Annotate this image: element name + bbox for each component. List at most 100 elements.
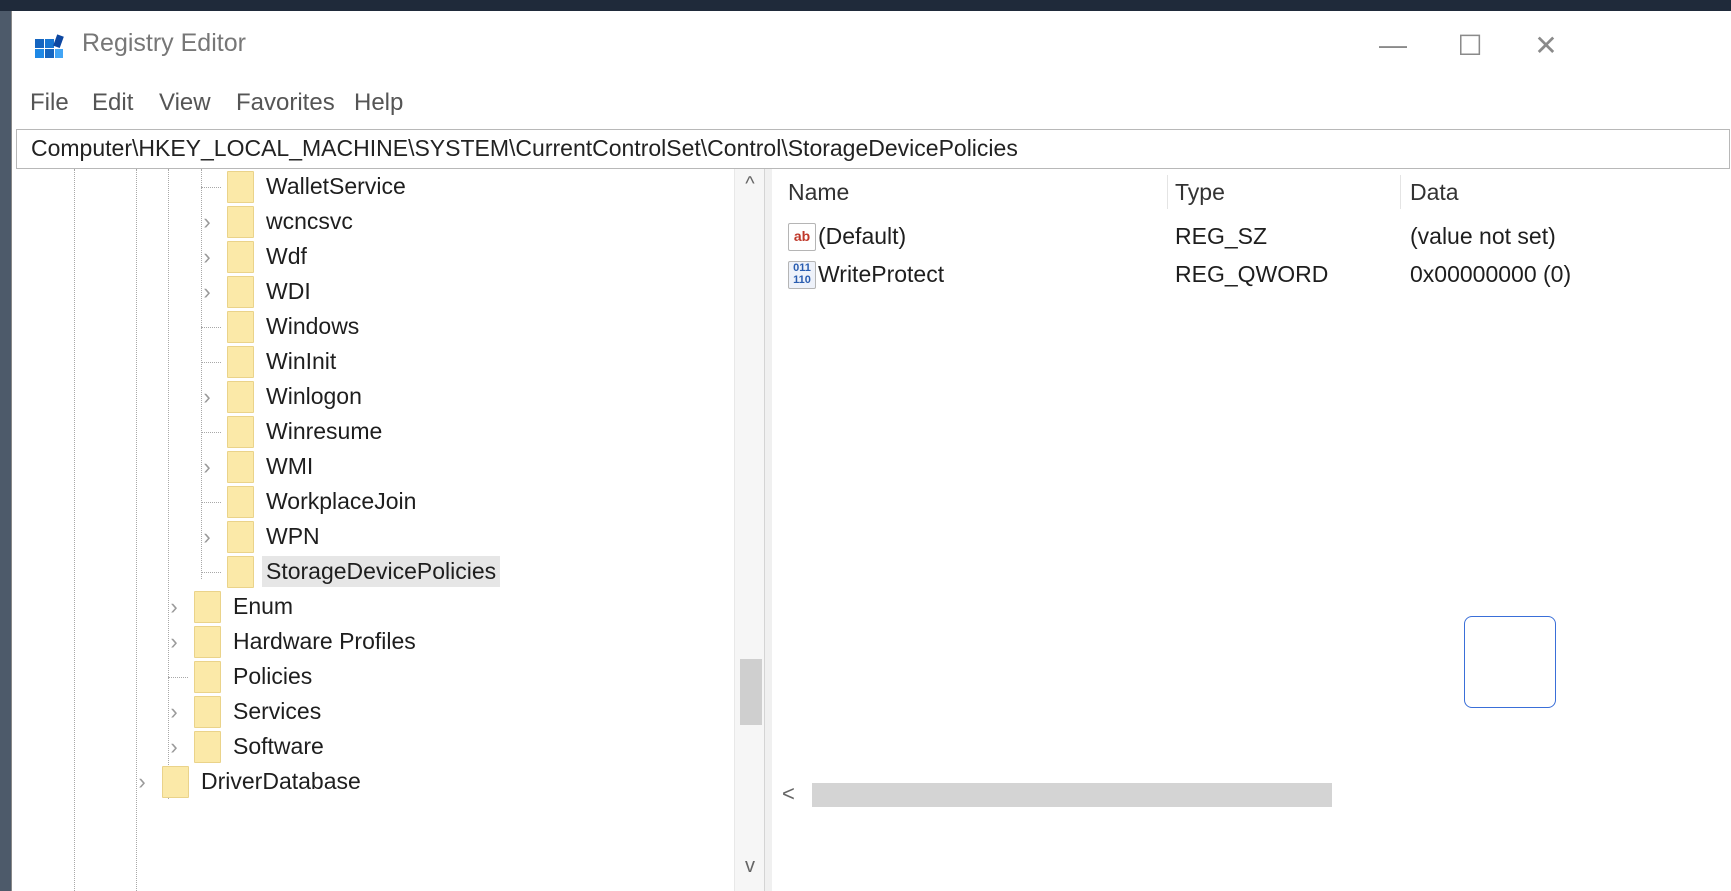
tree-node-windows[interactable]: Windows bbox=[201, 309, 363, 344]
folder-icon bbox=[227, 555, 254, 588]
folder-icon bbox=[194, 625, 221, 658]
scroll-down-arrow-icon[interactable]: v bbox=[735, 855, 764, 878]
tree-node-label: wcncsvc bbox=[266, 208, 353, 234]
tree-node-label: WMI bbox=[266, 453, 314, 479]
tree-node-label: WalletService bbox=[266, 173, 406, 199]
tree-node-wdf[interactable]: › Wdf bbox=[201, 239, 311, 274]
address-path[interactable]: Computer\HKEY_LOCAL_MACHINE\SYSTEM\Curre… bbox=[31, 135, 1018, 162]
folder-icon bbox=[227, 310, 254, 343]
value-row-writeprotect[interactable]: 011 110 WriteProtect REG_QWORD 0x0000000… bbox=[772, 259, 1731, 295]
key-tree-pane[interactable]: WalletService › wcncsvc › Wdf › WDI Wind… bbox=[16, 169, 765, 891]
chevron-right-icon[interactable]: › bbox=[199, 384, 215, 410]
close-button[interactable]: ✕ bbox=[1518, 23, 1574, 67]
window-title: Registry Editor bbox=[82, 29, 246, 57]
tree-node-walletservice[interactable]: WalletService bbox=[201, 169, 410, 204]
chevron-right-icon[interactable]: › bbox=[134, 769, 150, 795]
tree-node-wcncsvc[interactable]: › wcncsvc bbox=[201, 204, 357, 239]
tree-node-label: Wdf bbox=[266, 243, 307, 269]
menu-bar: File Edit View Favorites Help bbox=[12, 83, 1731, 125]
scroll-up-arrow-icon[interactable]: ^ bbox=[735, 173, 764, 196]
value-data: 0x00000000 (0) bbox=[1410, 261, 1572, 287]
folder-icon bbox=[227, 380, 254, 413]
chevron-right-icon[interactable]: › bbox=[199, 454, 215, 480]
tree-node-label: WinInit bbox=[266, 348, 337, 374]
scroll-left-arrow-icon[interactable]: < bbox=[782, 781, 795, 807]
tree-node-winlogon[interactable]: › Winlogon bbox=[201, 379, 366, 414]
tree-node-wininit[interactable]: WinInit bbox=[201, 344, 340, 379]
chevron-right-icon[interactable]: › bbox=[199, 524, 215, 550]
folder-icon bbox=[227, 170, 254, 203]
folder-icon bbox=[162, 765, 189, 798]
tree-node-label: Software bbox=[233, 733, 324, 759]
menu-edit[interactable]: Edit bbox=[92, 89, 133, 117]
chevron-right-icon[interactable]: › bbox=[199, 209, 215, 235]
value-type: REG_QWORD bbox=[1175, 261, 1329, 287]
menu-help[interactable]: Help bbox=[354, 89, 403, 117]
column-separator[interactable] bbox=[1167, 175, 1168, 209]
title-bar[interactable]: Registry Editor — ☐ ✕ bbox=[12, 11, 1731, 77]
tree-node-winresume[interactable]: Winresume bbox=[201, 414, 386, 449]
values-pane[interactable]: Name Type Data ab (Default) REG_SZ (valu… bbox=[772, 169, 1731, 891]
value-name: (Default) bbox=[818, 223, 907, 249]
tree-node-enum[interactable]: › Enum bbox=[168, 589, 297, 624]
tree-node-wmi[interactable]: › WMI bbox=[201, 449, 317, 484]
tree-node-storagedevicepolicies[interactable]: StorageDevicePolicies bbox=[201, 554, 501, 589]
tree-node-label: Hardware Profiles bbox=[233, 628, 416, 654]
tree-node-label: Winresume bbox=[266, 418, 383, 444]
column-header-data[interactable]: Data bbox=[1410, 179, 1459, 206]
binary-value-icon: 011 110 bbox=[788, 261, 816, 289]
chevron-right-icon[interactable]: › bbox=[166, 734, 182, 760]
values-horizontal-scrollbar[interactable]: < bbox=[772, 779, 1731, 811]
maximize-button[interactable]: ☐ bbox=[1442, 23, 1498, 67]
folder-icon bbox=[227, 205, 254, 238]
minimize-button[interactable]: — bbox=[1365, 23, 1421, 67]
value-name: WriteProtect bbox=[818, 261, 945, 287]
chevron-right-icon[interactable]: › bbox=[166, 629, 182, 655]
menu-favorites[interactable]: Favorites bbox=[236, 89, 335, 117]
column-separator[interactable] bbox=[1400, 175, 1401, 209]
tree-node-policies[interactable]: Policies bbox=[168, 659, 316, 694]
values-scroll-thumb[interactable] bbox=[812, 783, 1332, 807]
window-frame-left bbox=[0, 11, 11, 891]
tree-node-workplacejoin[interactable]: WorkplaceJoin bbox=[201, 484, 420, 519]
tree-node-services[interactable]: › Services bbox=[168, 694, 325, 729]
folder-icon bbox=[227, 275, 254, 308]
tree-node-hardware-profiles[interactable]: › Hardware Profiles bbox=[168, 624, 420, 659]
overlay-box bbox=[1464, 616, 1556, 708]
column-header-type[interactable]: Type bbox=[1175, 179, 1225, 206]
tree-node-label: WDI bbox=[266, 278, 311, 304]
tree-node-wdi[interactable]: › WDI bbox=[201, 274, 315, 309]
tree-guide-line bbox=[74, 169, 75, 891]
tree-node-label: WPN bbox=[266, 523, 320, 549]
folder-icon bbox=[227, 485, 254, 518]
folder-icon bbox=[227, 240, 254, 273]
tree-node-label: Enum bbox=[233, 593, 294, 619]
tree-node-label: StorageDevicePolicies bbox=[262, 556, 501, 587]
folder-icon bbox=[194, 590, 221, 623]
folder-icon bbox=[227, 345, 254, 378]
registry-editor-window: Registry Editor — ☐ ✕ File Edit View Fav… bbox=[11, 11, 1731, 891]
tree-node-software[interactable]: › Software bbox=[168, 729, 328, 764]
value-data: (value not set) bbox=[1410, 223, 1556, 249]
folder-icon bbox=[194, 730, 221, 763]
window-frame-top bbox=[0, 0, 1731, 11]
tree-scroll-thumb[interactable] bbox=[740, 659, 762, 725]
chevron-right-icon[interactable]: › bbox=[166, 594, 182, 620]
tree-node-label: Services bbox=[233, 698, 322, 724]
chevron-right-icon[interactable]: › bbox=[166, 699, 182, 725]
tree-vertical-scrollbar[interactable]: ^ v bbox=[734, 169, 764, 891]
tree-node-wpn[interactable]: › WPN bbox=[201, 519, 324, 554]
menu-file[interactable]: File bbox=[30, 89, 69, 117]
menu-view[interactable]: View bbox=[159, 89, 211, 117]
chevron-right-icon[interactable]: › bbox=[199, 244, 215, 270]
tree-node-label: WorkplaceJoin bbox=[266, 488, 417, 514]
tree-node-label: DriverDatabase bbox=[201, 768, 361, 794]
column-header-name[interactable]: Name bbox=[788, 179, 849, 206]
address-bar[interactable]: Computer\HKEY_LOCAL_MACHINE\SYSTEM\Curre… bbox=[16, 129, 1730, 169]
registry-editor-app-icon bbox=[35, 34, 64, 58]
tree-node-driverdatabase[interactable]: › DriverDatabase bbox=[136, 764, 365, 799]
folder-icon bbox=[227, 450, 254, 483]
value-type: REG_SZ bbox=[1175, 223, 1268, 249]
value-row-default[interactable]: ab (Default) REG_SZ (value not set) bbox=[772, 221, 1731, 257]
chevron-right-icon[interactable]: › bbox=[199, 279, 215, 305]
